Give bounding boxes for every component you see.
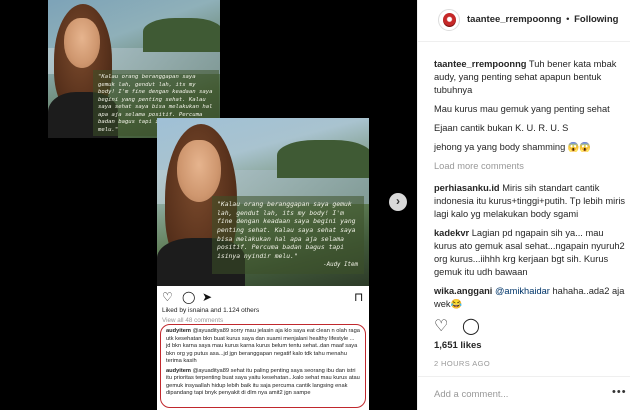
- avatar-logo-icon: [443, 13, 456, 27]
- trees-bg: [143, 18, 220, 52]
- share-icon: ➤: [202, 290, 213, 304]
- comment-item: wika.anggani @amikhaidar hahaha..ada2 aj…: [434, 285, 626, 311]
- face-shape: [177, 140, 221, 202]
- caption: taantee_rrempoonng Tuh bener kata mbak a…: [434, 58, 626, 97]
- header-separator: •: [566, 14, 570, 25]
- comment-username[interactable]: perhiasanku.id: [434, 183, 500, 193]
- more-options-icon[interactable]: •••: [612, 386, 627, 398]
- inner-comment: audyitem @ayuaditya89 sorry mau jelasin …: [166, 328, 360, 366]
- quote-text: "Kalau orang beranggapan saya gemuk lah,…: [217, 200, 356, 260]
- caption-line: Ejaan cantik bukan K. U. R. U. S: [434, 123, 569, 134]
- add-comment-bar: •••: [418, 376, 630, 410]
- post-time: 2 HOURS AGO: [434, 359, 491, 368]
- inner-post-screenshot: ♡ ◯ ➤ ⊓ Liked by isnaina and 1.124 other…: [157, 286, 369, 410]
- caption-username[interactable]: taantee_rrempoonng: [434, 59, 526, 69]
- comment-user: audyitem: [166, 328, 191, 334]
- comment-icon: ◯: [182, 290, 196, 304]
- bookmark-icon: ⊓: [354, 290, 364, 304]
- add-comment-input[interactable]: [434, 385, 609, 403]
- comment-user: audyitem: [166, 367, 191, 374]
- comment-text: @ayuaditya89 sorry mau jelasin aja klo s…: [166, 328, 360, 365]
- quote-author: -Audy Item: [323, 262, 358, 269]
- inner-comment: audyitem @ayuaditya89 sehat itu paling p…: [166, 368, 360, 398]
- header-username[interactable]: taantee_rrempoonng: [467, 14, 562, 25]
- likes-count[interactable]: 1,651 likes: [434, 340, 482, 351]
- comments-feed: taantee_rrempoonng Tuh bener kata mbak a…: [434, 58, 626, 317]
- inner-likes: Liked by isnaina and 1.124 others: [162, 307, 260, 314]
- avatar[interactable]: [438, 9, 460, 31]
- caption-line: jehong ya yang body shamming 😱😱: [434, 142, 592, 153]
- next-image-button[interactable]: ›: [389, 193, 407, 211]
- inner-actions: ♡ ◯ ➤ ⊓: [162, 290, 364, 304]
- comment-text: @ayuaditya89 sehat itu paling penting sa…: [166, 367, 360, 397]
- comment-item: perhiasanku.id Miris sih standart cantik…: [434, 182, 626, 221]
- heart-icon: ♡: [162, 290, 173, 304]
- quote-text-front: "Kalau orang beranggapan saya gemuk lah,…: [212, 196, 364, 274]
- following-button[interactable]: Following: [574, 14, 618, 25]
- comment-username[interactable]: kadekvr: [434, 228, 469, 238]
- like-heart-icon[interactable]: ♡: [434, 318, 448, 336]
- comment-icon[interactable]: ◯: [462, 318, 480, 336]
- post-header: taantee_rrempoonng • Following: [418, 0, 630, 42]
- inner-view-all: View all 48 comments: [162, 317, 224, 324]
- header-text: taantee_rrempoonng • Following: [467, 14, 618, 25]
- face-shape: [64, 18, 100, 68]
- highlighted-comments: audyitem @ayuaditya89 sorry mau jelasin …: [160, 324, 366, 408]
- comment-username[interactable]: wika.anggani: [434, 286, 492, 296]
- comments-panel: taantee_rrempoonng • Following taantee_r…: [417, 0, 630, 410]
- load-more-comments[interactable]: Load more comments: [434, 160, 626, 173]
- caption-line: Mau kurus mau gemuk yang penting sehat: [434, 104, 610, 115]
- comment-item: kadekvr Lagian pd ngapain sih ya... mau …: [434, 227, 626, 279]
- comment-mention[interactable]: @amikhaidar: [495, 286, 550, 296]
- trees-bg: [277, 140, 369, 178]
- post-actions: ♡ ◯: [434, 318, 624, 336]
- post-media: "Kalau orang beranggapan saya gemuk lah,…: [0, 0, 417, 410]
